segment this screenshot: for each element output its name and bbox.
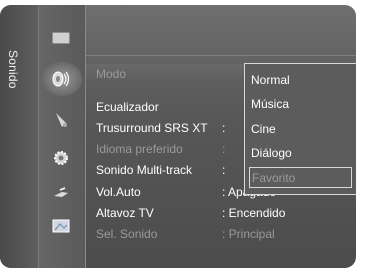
sound-icon[interactable] [42, 62, 82, 96]
menu-item-label: Altavoz TV [96, 206, 154, 220]
menu-item-value: : Principal [222, 227, 275, 241]
menu-header [86, 5, 356, 56]
menu-item-label: Modo [96, 67, 127, 81]
mode-dropdown[interactable]: Normal Música Cine Diálogo Favorito [244, 63, 356, 195]
setup-icon[interactable] [50, 147, 72, 169]
icon-column [39, 5, 86, 268]
input-icon[interactable] [50, 183, 72, 205]
menu-item-label: Vol.Auto [96, 185, 141, 199]
menu-item-label: Sonido Multi-track [96, 163, 193, 177]
dropdown-option-cine[interactable]: Cine [249, 119, 352, 140]
menu-item-label: Idioma preferido [96, 142, 183, 156]
dropdown-option-dialogo[interactable]: Diálogo [249, 143, 352, 164]
dropdown-option-favorito: Favorito [249, 167, 352, 188]
dropdown-option-musica[interactable]: Música [249, 94, 352, 115]
menu-item-label: Trusurround SRS XT [96, 121, 208, 135]
menu-item-value: : [222, 121, 226, 135]
side-tab: Sonido [0, 5, 39, 268]
dropdown-option-normal[interactable]: Normal [249, 70, 352, 91]
osd-menu: Sonido Modo Ecualizador Trusurround SRS … [0, 5, 356, 268]
menu-item-label: Sel. Sonido [96, 227, 158, 241]
side-label: Sonido [6, 50, 20, 89]
menu-item-label: Ecualizador [96, 100, 159, 114]
picture-icon[interactable] [50, 27, 72, 49]
menu-item-value: : [222, 163, 226, 177]
application-icon[interactable] [50, 215, 72, 237]
menu-item-altavoz[interactable]: Altavoz TV : Encendido [96, 203, 356, 223]
menu-item-value: : [222, 142, 226, 156]
menu-item-sel-sonido: Sel. Sonido : Principal [96, 224, 356, 244]
channel-icon[interactable] [50, 109, 72, 131]
menu-item-value: : Encendido [222, 206, 286, 220]
